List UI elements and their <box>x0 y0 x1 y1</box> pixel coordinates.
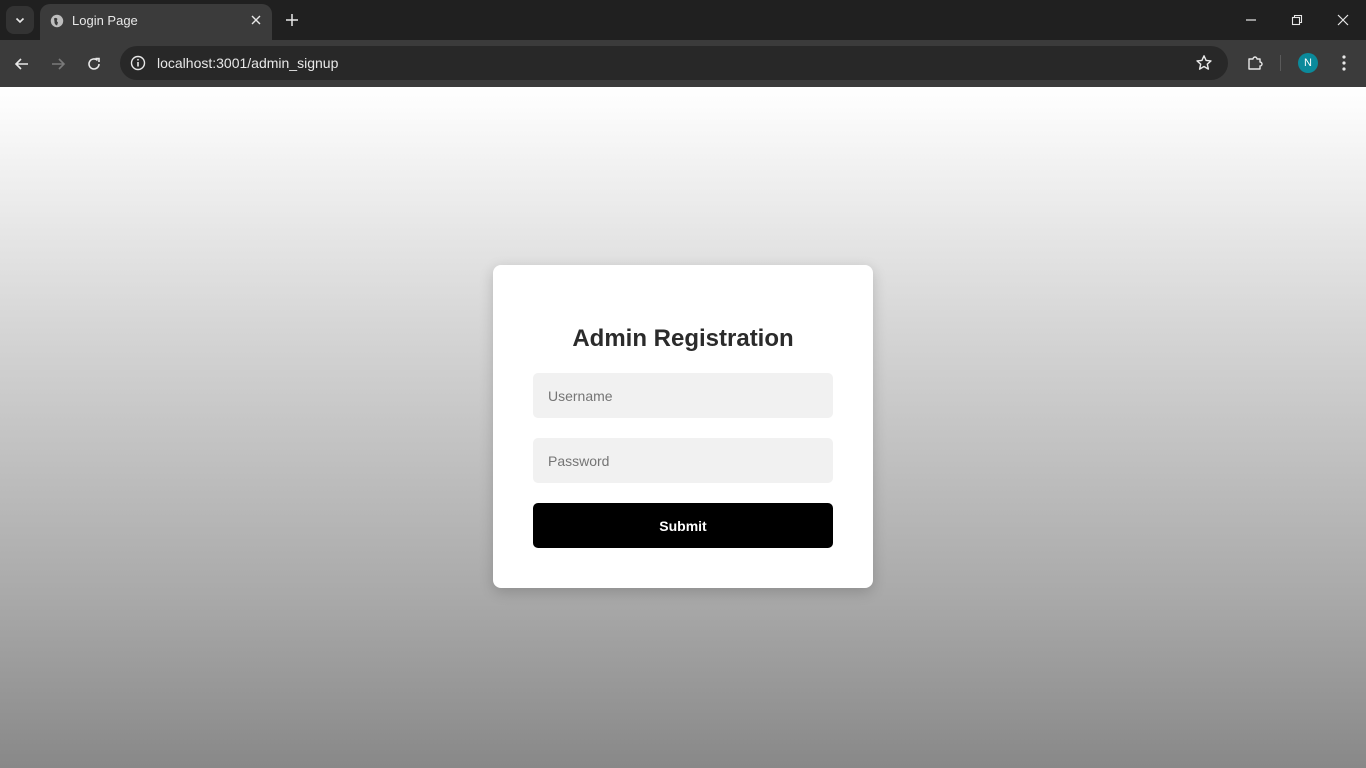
restore-icon <box>1291 14 1303 26</box>
reload-icon <box>88 57 100 70</box>
site-info-button[interactable] <box>128 53 148 73</box>
toolbar-divider <box>1280 55 1281 71</box>
password-input[interactable] <box>533 438 833 483</box>
active-tab[interactable]: Login Page <box>40 4 272 40</box>
puzzle-icon <box>1248 56 1263 70</box>
globe-icon <box>50 14 64 28</box>
extensions-button[interactable] <box>1242 50 1268 76</box>
page-viewport: Admin Registration Submit <box>0 87 1366 768</box>
bookmark-button[interactable] <box>1194 53 1214 73</box>
page-title: Admin Registration <box>572 325 794 352</box>
menu-button[interactable] <box>1332 50 1356 76</box>
close-icon <box>1337 14 1349 26</box>
arrow-left-icon <box>14 58 28 70</box>
close-icon <box>251 15 261 25</box>
more-vertical-icon <box>1342 55 1346 71</box>
address-bar[interactable]: localhost:3001/admin_signup <box>120 46 1228 80</box>
arrow-right-icon <box>52 58 66 70</box>
chevron-down-icon <box>15 17 25 24</box>
username-input[interactable] <box>533 373 833 418</box>
plus-icon <box>286 14 298 26</box>
back-button[interactable] <box>8 50 36 78</box>
tab-strip: Login Page <box>0 0 1366 40</box>
profile-avatar[interactable]: N <box>1298 53 1318 73</box>
restore-button[interactable] <box>1283 6 1311 34</box>
browser-toolbar: localhost:3001/admin_signup N <box>0 40 1366 87</box>
tab-title: Login Page <box>72 13 138 28</box>
minimize-button[interactable] <box>1237 6 1265 34</box>
registration-card: Admin Registration Submit <box>493 265 873 588</box>
close-window-button[interactable] <box>1329 6 1357 34</box>
tab-close-button[interactable] <box>248 12 264 28</box>
minimize-icon <box>1246 19 1256 21</box>
forward-button[interactable] <box>44 50 72 78</box>
new-tab-button[interactable] <box>280 8 304 32</box>
reload-button[interactable] <box>80 50 108 78</box>
star-icon <box>1196 55 1212 70</box>
url-text[interactable]: localhost:3001/admin_signup <box>157 55 338 71</box>
submit-button[interactable]: Submit <box>533 503 833 548</box>
info-icon <box>130 55 146 71</box>
tab-search-button[interactable] <box>6 6 34 34</box>
